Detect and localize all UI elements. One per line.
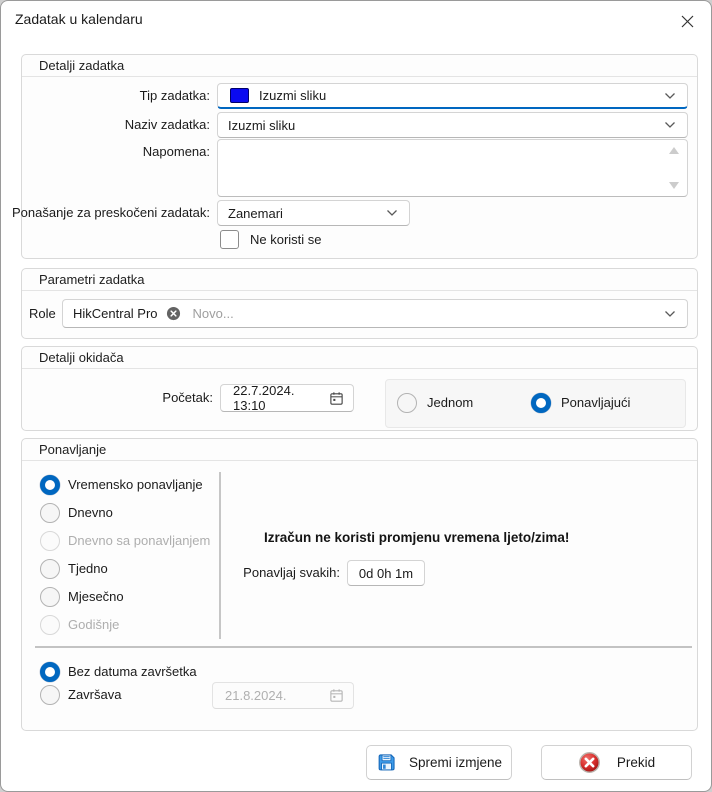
task-name-label: Naziv zadatka: (125, 115, 210, 135)
radio-time-recurrence-label: Vremensko ponavljanje (68, 475, 203, 495)
horizontal-divider (35, 646, 692, 648)
cancel-button[interactable]: Prekid (541, 745, 692, 780)
radio-daily[interactable] (40, 503, 60, 523)
save-changes-button[interactable]: Spremi izmjene (366, 745, 512, 780)
radio-monthly-label: Mjesečno (68, 587, 124, 607)
calendar-icon (329, 688, 344, 703)
not-used-checkbox[interactable] (220, 230, 239, 249)
radio-daily-with-repeat (40, 531, 60, 551)
repeat-interval-label: Ponavljaj svakih: (243, 563, 340, 583)
cancel-label: Prekid (617, 755, 655, 770)
scroll-down-icon[interactable] (669, 182, 679, 189)
remove-role-tag-icon[interactable] (166, 306, 181, 321)
chevron-down-icon (664, 92, 676, 100)
vertical-divider (219, 472, 221, 639)
task-name-combobox[interactable]: Izuzmi sliku (217, 112, 688, 138)
radio-once-label: Jednom (427, 393, 473, 413)
window-title: Zadatak u kalendaru (15, 11, 143, 27)
role-tag-text: HikCentral Pro (73, 306, 158, 321)
radio-no-end-date-label: Bez datuma završetka (68, 662, 197, 682)
repeat-interval-input[interactable]: 0d 0h 1m (347, 560, 425, 586)
calendar-task-dialog: Zadatak u kalendaru Detalji zadatka Tip … (0, 0, 712, 792)
radio-recurring-label: Ponavljajući (561, 393, 630, 413)
close-button[interactable] (671, 7, 703, 35)
start-datetime-picker[interactable]: 22.7.2024. 13:10 (220, 384, 354, 412)
cancel-icon (578, 751, 601, 774)
radio-time-recurrence[interactable] (40, 475, 60, 495)
radio-monthly[interactable] (40, 587, 60, 607)
repeat-interval-value: 0d 0h 1m (359, 566, 413, 581)
note-textarea[interactable] (217, 139, 688, 197)
group-task-details: Detalji zadatka Tip zadatka: Izuzmi slik… (21, 54, 698, 259)
skipped-task-behavior-label: Ponašanje za preskočeni zadatak: (12, 203, 210, 223)
radio-daily-label: Dnevno (68, 503, 113, 523)
group-recurrence: Ponavljanje Vremensko ponavljanje Dnevno… (21, 438, 698, 731)
save-icon (376, 752, 397, 773)
scroll-up-icon[interactable] (669, 147, 679, 154)
task-type-combobox[interactable]: Izuzmi sliku (217, 83, 688, 109)
skipped-task-behavior-combobox[interactable]: Zanemari (217, 200, 410, 226)
radio-weekly[interactable] (40, 559, 60, 579)
end-date-picker: 21.8.2024. (212, 682, 354, 709)
start-label: Početak: (162, 388, 213, 408)
radio-ends-on[interactable] (40, 685, 60, 705)
not-used-label: Ne koristi se (250, 230, 322, 249)
radio-no-end-date[interactable] (40, 662, 60, 682)
radio-ends-on-label: Završava (68, 685, 121, 705)
radio-once[interactable] (397, 393, 417, 413)
group-trigger-details: Detalji okidača Početak: 22.7.2024. 13:1… (21, 346, 698, 431)
dst-warning-text: Izračun ne koristi promjenu vremena ljet… (264, 530, 569, 545)
start-datetime-value: 22.7.2024. 13:10 (233, 383, 329, 413)
group-task-details-legend: Detalji zadatka (22, 55, 697, 77)
chevron-down-icon (664, 121, 676, 129)
task-type-label: Tip zadatka: (140, 86, 210, 106)
role-token-field[interactable]: HikCentral Pro Novo... (62, 299, 688, 328)
role-input-placeholder: Novo... (193, 306, 234, 321)
trigger-mode-panel: Jednom Ponavljajući (385, 379, 686, 428)
group-task-parameters: Parametri zadatka Role HikCentral Pro No… (21, 268, 698, 339)
radio-yearly-label: Godišnje (68, 615, 119, 635)
end-date-value: 21.8.2024. (225, 688, 286, 703)
role-label: Role (29, 299, 56, 328)
skipped-task-behavior-value: Zanemari (228, 206, 283, 221)
close-icon (681, 15, 694, 28)
task-type-color-icon (230, 88, 249, 103)
task-name-value: Izuzmi sliku (228, 118, 295, 133)
radio-weekly-label: Tjedno (68, 559, 108, 579)
save-changes-label: Spremi izmjene (409, 755, 502, 770)
radio-recurring[interactable] (531, 393, 551, 413)
radio-daily-with-repeat-label: Dnevno sa ponavljanjem (68, 531, 210, 551)
task-type-value: Izuzmi sliku (259, 88, 326, 103)
chevron-down-icon (386, 209, 398, 217)
calendar-icon (329, 391, 344, 406)
chevron-down-icon (664, 310, 676, 318)
group-trigger-details-legend: Detalji okidača (22, 347, 697, 369)
radio-yearly (40, 615, 60, 635)
group-recurrence-legend: Ponavljanje (22, 439, 697, 461)
note-label: Napomena: (143, 142, 210, 162)
group-task-parameters-legend: Parametri zadatka (22, 269, 697, 291)
